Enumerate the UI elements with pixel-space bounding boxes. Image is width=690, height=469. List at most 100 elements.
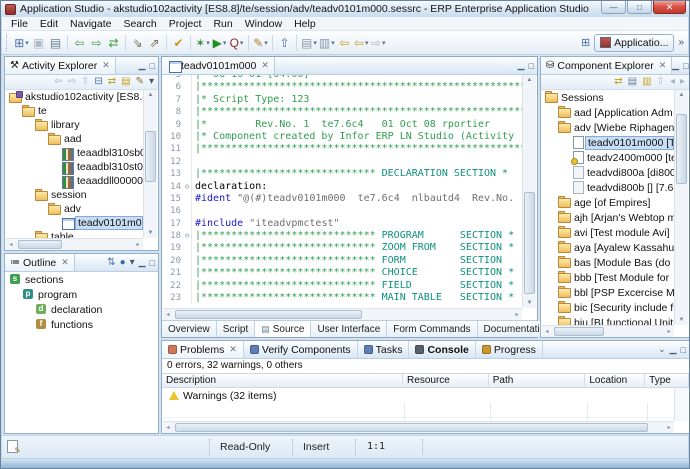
table-row[interactable]: Warnings (32 items)	[163, 388, 674, 403]
save-button[interactable]: ▣	[30, 34, 47, 52]
editor-tab-form-commands[interactable]: Form Commands	[387, 321, 477, 337]
activity-tree-item[interactable]: teadv0101m000	[6, 216, 143, 230]
menu-navigate[interactable]: Navigate	[64, 18, 117, 30]
minimize-view-icon[interactable]: ▁	[139, 60, 146, 71]
component-tree-item[interactable]: avi [Test module Avi]	[542, 225, 674, 240]
tab-console[interactable]: Console	[409, 341, 475, 358]
scroll-left-icon[interactable]: ◂	[6, 239, 16, 250]
minimize-view-icon[interactable]: ▁	[139, 257, 146, 268]
maximize-view-icon[interactable]: □	[150, 258, 155, 268]
activity-tree-item[interactable]: table	[6, 230, 143, 238]
editor-tab-overview[interactable]: Overview	[162, 321, 217, 337]
to-runtime-button[interactable]: ⇧	[276, 34, 293, 52]
scroll-left-icon[interactable]: ◂	[542, 326, 552, 337]
filter-icon[interactable]: ✎	[136, 77, 144, 87]
annotate-button[interactable]: ✎▾	[252, 34, 269, 52]
back-button[interactable]: ⇦▾	[353, 34, 370, 52]
close-icon[interactable]: ✕	[261, 60, 269, 71]
tab-verify-components[interactable]: Verify Components	[244, 341, 358, 358]
scroll-left-icon[interactable]: ◂	[163, 309, 173, 320]
scroll-down-icon[interactable]: ▼	[675, 315, 688, 325]
menu-edit[interactable]: Edit	[34, 18, 64, 30]
editor-tab[interactable]: teadv0101m000 ✕	[162, 57, 275, 74]
forward-icon[interactable]: ⇨	[68, 77, 76, 87]
sort-icon[interactable]: ⇅	[107, 258, 115, 268]
minimize-view-icon[interactable]: ▁	[670, 344, 677, 355]
component-tree-item[interactable]: bic [Security include fi	[542, 300, 674, 315]
open-perspective-icon[interactable]: ⊞	[581, 36, 590, 49]
scroll-up-icon[interactable]: ▲	[523, 75, 536, 85]
vertical-scrollbar[interactable]: ▲ ▼	[143, 90, 157, 238]
close-button[interactable]: ✕	[653, 1, 686, 14]
scroll-down-icon[interactable]: ▼	[144, 228, 157, 238]
vertical-scrollbar[interactable]: ▲ ▼	[674, 90, 688, 325]
minimize-view-icon[interactable]: ▁	[518, 60, 525, 71]
menu-file[interactable]: File	[5, 18, 34, 30]
scrollbar-thumb[interactable]	[676, 114, 687, 185]
check-out-button[interactable]: ⇦	[71, 34, 88, 52]
scrollbar-thumb[interactable]	[524, 192, 535, 295]
outline-tree-item[interactable]: declaration	[6, 302, 157, 317]
link-with-editor-icon[interactable]: ⇄	[108, 77, 116, 87]
component-tree-item[interactable]: biu [BI functional Unit	[542, 315, 674, 325]
scrollbar-thumb[interactable]	[145, 131, 156, 181]
toolbar-drag-handle[interactable]	[6, 35, 10, 51]
collapse-all-icon[interactable]: ⊟	[94, 77, 102, 87]
view-menu-icon[interactable]: ⌄	[658, 344, 666, 355]
run-external-button[interactable]: Q▾	[228, 34, 245, 52]
scrollbar-thumb[interactable]	[18, 240, 62, 249]
scrollbar-thumb[interactable]	[175, 310, 362, 319]
activity-tree-item[interactable]: te	[6, 104, 143, 118]
back-icon[interactable]: ◂	[670, 77, 675, 87]
pin-editor-button[interactable]: ▤▾	[300, 34, 318, 52]
activity-explorer-tab[interactable]: ⚒ Activity Explorer ✕	[5, 57, 116, 74]
verify-button[interactable]: ✔	[170, 34, 187, 52]
view-menu-icon[interactable]: ▾	[130, 258, 135, 268]
check-in-button[interactable]: ⇨	[88, 34, 105, 52]
close-icon[interactable]: ✕	[61, 257, 69, 268]
component-tree-item[interactable]: teadvdi800b [] [7.6,	[542, 180, 674, 195]
column-header-description[interactable]: Description	[162, 374, 403, 387]
column-header-type[interactable]: Type	[645, 374, 689, 387]
editor-tab-script[interactable]: Script	[217, 321, 256, 337]
activity-tree-item[interactable]: teaaddll000001	[6, 174, 143, 188]
link-editor-button[interactable]: ▥▾	[318, 34, 336, 52]
focus-icon[interactable]: ●	[120, 258, 126, 268]
component-tree-item[interactable]: ajh [Arjan's Webtop m	[542, 210, 674, 225]
horizontal-scrollbar[interactable]: ◂ ▸	[163, 308, 522, 320]
horizontal-scrollbar[interactable]: ◂ ▸	[542, 325, 674, 337]
perspective-button[interactable]: Applicatio...	[594, 34, 674, 52]
maximize-button[interactable]: □	[627, 1, 652, 14]
menu-window[interactable]: Window	[239, 18, 288, 30]
fold-marker[interactable]: ⊖	[183, 230, 192, 242]
horizontal-scrollbar[interactable]: ◂ ▸	[6, 238, 143, 250]
code-editor[interactable]: 5|* 06-10-01 [04.00]6|******************…	[163, 75, 522, 308]
close-icon[interactable]: ✕	[229, 344, 237, 355]
scroll-right-icon[interactable]: ▸	[512, 309, 522, 320]
scroll-up-icon[interactable]: ▲	[675, 90, 688, 100]
maximize-view-icon[interactable]: □	[683, 61, 688, 71]
tab-tasks[interactable]: Tasks	[358, 341, 410, 358]
activity-tree-item[interactable]: session	[6, 188, 143, 202]
maximize-view-icon[interactable]: □	[529, 61, 534, 71]
vertical-scrollbar[interactable]: ▲ ▼	[522, 75, 536, 308]
scroll-up-icon[interactable]: ▲	[144, 90, 157, 100]
activity-tree-item[interactable]: teaadbl310st00	[6, 160, 143, 174]
new-button[interactable]: ⊞▾	[13, 34, 30, 52]
component-explorer-tab[interactable]: ⛁ Component Explorer ✕	[541, 57, 672, 74]
activity-tree-item[interactable]: aad	[6, 132, 143, 146]
run-button[interactable]: ▶▾	[211, 34, 228, 52]
maximize-view-icon[interactable]: □	[681, 345, 686, 355]
outline-tab[interactable]: ≔ Outline ✕	[5, 254, 75, 271]
outline-tree-item[interactable]: sections	[6, 272, 157, 287]
component-tree-item[interactable]: Sessions	[542, 90, 674, 105]
component-tree-item[interactable]: bas [Module Bas (do n	[542, 255, 674, 270]
close-icon[interactable]: ✕	[659, 60, 667, 71]
tab-progress[interactable]: Progress	[476, 341, 543, 358]
scrollbar-thumb[interactable]	[175, 423, 648, 432]
outline-tree-item[interactable]: program	[6, 287, 157, 302]
menu-search[interactable]: Search	[117, 18, 162, 30]
component-tree-item[interactable]: aad [Application Adm	[542, 105, 674, 120]
editor-tab-user-interface[interactable]: User Interface	[311, 321, 387, 337]
component-tree-item[interactable]: age [of Empires]	[542, 195, 674, 210]
